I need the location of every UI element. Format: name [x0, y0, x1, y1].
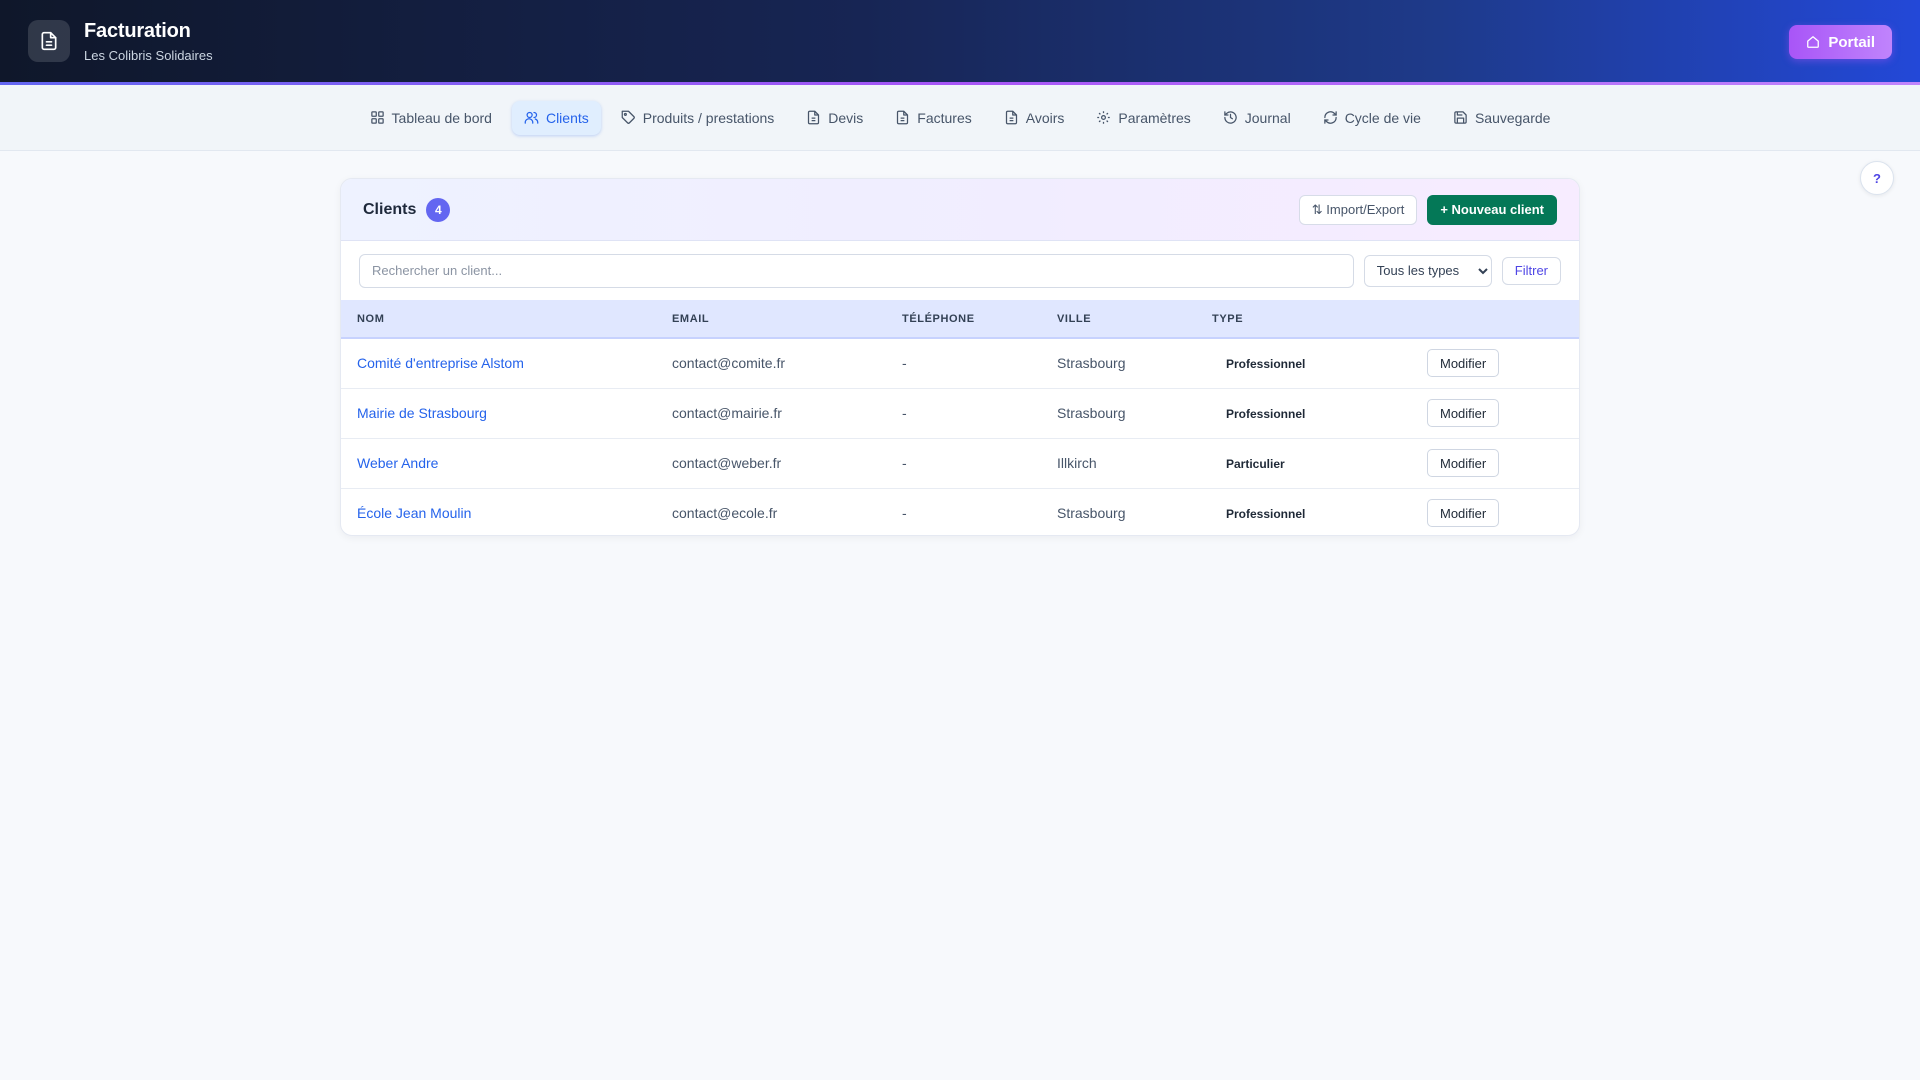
- type-filter-select[interactable]: Tous les types: [1363, 254, 1492, 287]
- client-name-link[interactable]: École Jean Moulin: [341, 488, 656, 535]
- file-text-icon: [28, 20, 70, 62]
- client-type-badge: Professionnel: [1226, 407, 1306, 421]
- modify-button[interactable]: Modifier: [1427, 349, 1500, 378]
- refresh-icon: [1323, 111, 1337, 124]
- table-row: Comité d'entreprise Alstom contact@comit…: [341, 338, 1579, 388]
- client-type-badge: Professionnel: [1226, 357, 1306, 372]
- home-icon: [1807, 36, 1820, 48]
- nav-label: Sauvegarde: [1474, 109, 1551, 126]
- nav-label: Journal: [1244, 109, 1291, 126]
- client-city: Strasbourg: [1057, 405, 1126, 421]
- help-button[interactable]: ?: [1860, 161, 1894, 195]
- nav-label: Produits / prestations: [642, 109, 775, 126]
- client-type-cell: Professionnel: [1196, 488, 1411, 535]
- portail-button[interactable]: Portail: [1789, 25, 1892, 59]
- main-nav: Tableau de bord Clients Produits / prest…: [0, 85, 1920, 151]
- save-icon: [1454, 111, 1467, 124]
- nav-item-journal[interactable]: Journal: [1211, 101, 1303, 135]
- nav-item-clients[interactable]: Clients: [511, 100, 601, 135]
- search-input[interactable]: [359, 253, 1354, 288]
- client-email: contact@weber.fr: [672, 455, 782, 471]
- app-header: Facturation Les Colibris Solidaires Port…: [0, 0, 1920, 85]
- column-header-nom[interactable]: NOM: [341, 300, 656, 338]
- nav-item-parametres[interactable]: Paramètres: [1084, 101, 1202, 135]
- search-row: Tous les types Filtrer: [341, 241, 1579, 300]
- table-header-row: NOM EMAIL TÉLÉPHONE VILLE TYPE: [341, 300, 1579, 338]
- document-icon: [897, 110, 909, 125]
- gear-icon: [1097, 111, 1111, 124]
- document-icon: [808, 110, 820, 125]
- brand: Facturation Les Colibris Solidaires: [84, 20, 213, 63]
- actions-cell: Modifier: [1411, 338, 1579, 388]
- nav-label: Avoirs: [1025, 109, 1065, 126]
- org-name: Les Colibris Solidaires: [84, 47, 213, 63]
- nav-item-tableau-de-bord[interactable]: Tableau de bord: [358, 101, 504, 135]
- history-icon: [1224, 111, 1237, 124]
- nav-item-avoirs[interactable]: Avoirs: [992, 101, 1077, 135]
- nav-label: Cycle de vie: [1344, 109, 1421, 126]
- column-header-email[interactable]: EMAIL: [656, 300, 886, 338]
- client-type-badge: Professionnel: [1226, 507, 1306, 522]
- nav-label: Devis: [828, 109, 864, 126]
- table-row: Weber Andre contact@weber.fr - Illkirch …: [341, 438, 1579, 488]
- client-phone: -: [902, 505, 907, 522]
- portail-label: Portail: [1828, 33, 1875, 51]
- app-title: Facturation: [84, 19, 191, 42]
- actions-cell: Modifier: [1411, 438, 1579, 488]
- client-type-cell: Professionnel: [1196, 338, 1411, 388]
- filter-button[interactable]: Filtrer: [1501, 256, 1561, 285]
- tag-icon: [621, 110, 635, 124]
- clients-card: Clients 4 ⇅ Import/Export + Nouveau clie…: [340, 178, 1580, 536]
- header-actions: ⇅ Import/Export + Nouveau client: [1298, 194, 1557, 225]
- table-row: École Jean Moulin contact@ecole.fr - Str…: [341, 488, 1579, 535]
- column-header-type[interactable]: TYPE: [1196, 300, 1411, 338]
- modify-button[interactable]: Modifier: [1427, 449, 1500, 477]
- nav-item-cycle-de-vie[interactable]: Cycle de vie: [1311, 101, 1433, 135]
- client-name-link[interactable]: Mairie de Strasbourg: [341, 388, 656, 438]
- document-icon: [1005, 110, 1017, 125]
- column-header-telephone[interactable]: TÉLÉPHONE: [886, 300, 1041, 338]
- modify-button[interactable]: Modifier: [1427, 499, 1500, 528]
- table-row: Mairie de Strasbourg contact@mairie.fr -…: [341, 388, 1579, 438]
- new-client-button[interactable]: + Nouveau client: [1427, 194, 1557, 225]
- client-city: Illkirch: [1057, 455, 1097, 471]
- modify-button[interactable]: Modifier: [1427, 399, 1500, 427]
- client-phone: -: [902, 455, 907, 471]
- nav-item-sauvegarde[interactable]: Sauvegarde: [1441, 101, 1563, 135]
- client-type-cell: Professionnel: [1196, 388, 1411, 438]
- client-phone: -: [902, 355, 907, 372]
- import-export-button[interactable]: ⇅ Import/Export: [1298, 194, 1418, 225]
- client-name-link[interactable]: Comité d'entreprise Alstom: [341, 338, 656, 388]
- column-header-ville[interactable]: VILLE: [1041, 300, 1196, 338]
- users-icon: [524, 111, 539, 124]
- nav-label: Clients: [545, 109, 589, 126]
- actions-cell: Modifier: [1411, 388, 1579, 438]
- column-header-actions: [1411, 300, 1579, 338]
- clients-table: NOM EMAIL TÉLÉPHONE VILLE TYPE Comité d'…: [341, 300, 1579, 535]
- nav-item-devis[interactable]: Devis: [794, 101, 875, 135]
- client-city: Strasbourg: [1057, 505, 1126, 522]
- page-title: Clients: [363, 200, 417, 218]
- client-type-badge: Particulier: [1226, 457, 1285, 471]
- grid-icon: [370, 111, 384, 124]
- clients-count-badge: 4: [426, 197, 451, 222]
- client-type-cell: Particulier: [1196, 438, 1411, 488]
- client-email: contact@comite.fr: [672, 355, 786, 372]
- nav-label: Tableau de bord: [391, 109, 492, 126]
- client-name-link[interactable]: Weber Andre: [341, 438, 656, 488]
- nav-label: Factures: [917, 109, 972, 126]
- client-phone: -: [902, 405, 907, 421]
- card-header: Clients 4 ⇅ Import/Export + Nouveau clie…: [341, 179, 1579, 241]
- nav-label: Paramètres: [1118, 109, 1191, 126]
- client-email: contact@ecole.fr: [672, 505, 778, 522]
- actions-cell: Modifier: [1411, 488, 1579, 535]
- nav-item-factures[interactable]: Factures: [883, 101, 983, 135]
- client-city: Strasbourg: [1057, 355, 1126, 372]
- client-email: contact@mairie.fr: [672, 405, 782, 421]
- nav-item-produits[interactable]: Produits / prestations: [609, 101, 787, 135]
